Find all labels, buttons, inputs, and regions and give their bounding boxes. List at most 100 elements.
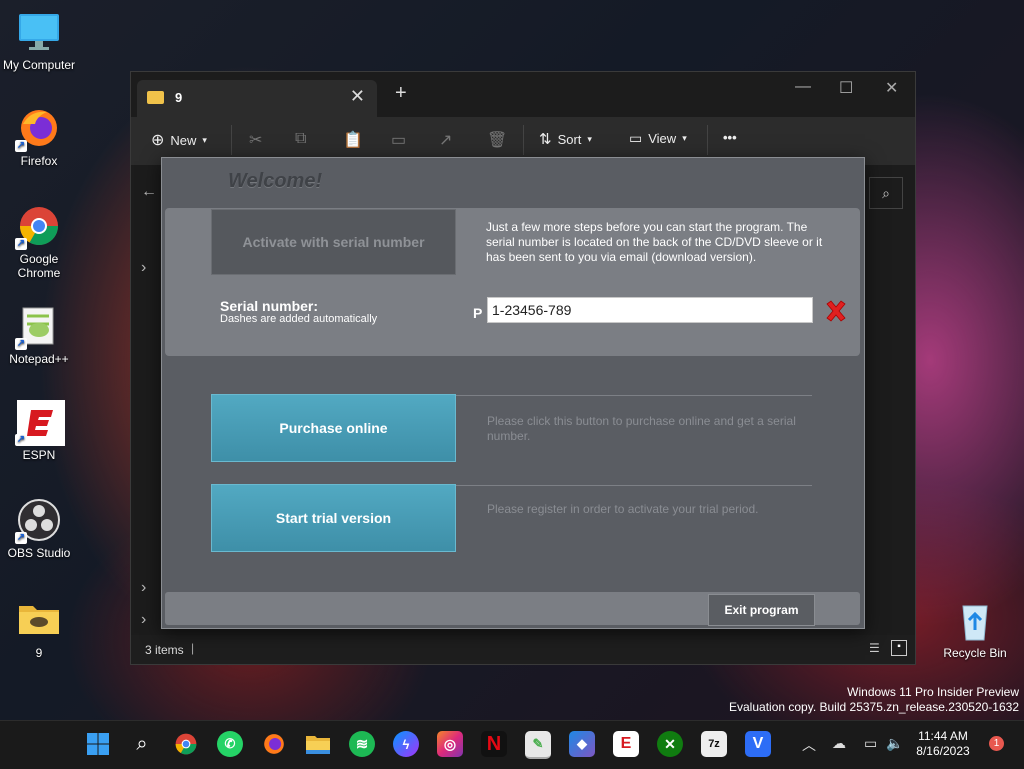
- purchase-online-button[interactable]: Purchase online: [211, 394, 456, 462]
- delete-icon[interactable]: 🗑: [487, 130, 507, 150]
- taskbar-7zip-icon[interactable]: 7z: [701, 731, 727, 757]
- desktop-icon-recycle-bin[interactable]: Recycle Bin: [938, 598, 1012, 660]
- notification-badge[interactable]: 1: [989, 736, 1004, 751]
- view-button[interactable]: ▭ View ▾: [629, 130, 687, 147]
- shortcut-arrow-icon: ↗: [15, 140, 27, 152]
- taskbar-app-icon[interactable]: ◆: [569, 731, 595, 757]
- divider-line: [456, 485, 812, 486]
- paste-icon[interactable]: 📋: [343, 130, 363, 150]
- taskbar-xbox-icon[interactable]: ✕: [657, 731, 683, 757]
- desktop-icon-label: Firefox: [20, 154, 58, 168]
- watermark-line-2: Evaluation copy. Build 25375.zn_release.…: [729, 700, 1019, 714]
- taskbar-instagram-icon[interactable]: ◎: [437, 731, 463, 757]
- cut-icon[interactable]: ✂: [249, 130, 262, 150]
- desktop-icon-label: OBS Studio: [7, 546, 71, 560]
- taskbar-notepadpp-icon[interactable]: ✎: [525, 731, 551, 759]
- share-icon[interactable]: ↗: [439, 130, 452, 150]
- taskbar-messenger-icon[interactable]: ϟ: [393, 731, 419, 757]
- view-label: View: [648, 131, 677, 146]
- sort-label: Sort: [557, 131, 582, 147]
- activate-info-text: Just a few more steps before you can sta…: [486, 220, 823, 264]
- desktop-icon-label: Recycle Bin: [943, 646, 1007, 660]
- desktop-icon-notepadpp[interactable]: ↗ Notepad++: [2, 304, 76, 366]
- desktop-icon-label: Notepad++: [9, 352, 69, 366]
- taskbar: ⌕ ✆ ≋ ϟ ◎ N ✎ ◆ E ✕ 7z V ︿ ☁ ▭ 🔈 11:44 A…: [0, 720, 1024, 769]
- copy-icon[interactable]: ⧉: [295, 130, 306, 148]
- dialog-title: Welcome!: [228, 170, 323, 192]
- serial-prefix: P: [473, 305, 483, 321]
- toolbar-divider: [707, 125, 708, 155]
- details-view-icon[interactable]: ☰: [869, 641, 880, 655]
- explorer-tab[interactable]: 9 ✕: [137, 80, 377, 117]
- desktop-icon-chrome[interactable]: ↗ Google Chrome: [2, 204, 76, 280]
- taskbar-netflix-icon[interactable]: N: [481, 731, 507, 757]
- desktop-icon-folder-9[interactable]: 9: [2, 598, 76, 660]
- start-windows-icon[interactable]: [85, 731, 111, 757]
- taskbar-whatsapp-icon[interactable]: ✆: [217, 731, 243, 757]
- clock-time: 11:44 AM: [918, 729, 968, 743]
- serial-number-label: Serial number:: [220, 298, 319, 314]
- shortcut-arrow-icon: ↗: [15, 532, 27, 544]
- volume-icon[interactable]: 🔈: [886, 735, 903, 752]
- desktop-icon-espn[interactable]: ↗ ESPN: [2, 400, 76, 462]
- chevron-right-icon[interactable]: ›: [141, 611, 146, 629]
- back-arrow-icon[interactable]: ←: [141, 183, 157, 201]
- chevron-right-icon[interactable]: ›: [141, 579, 146, 597]
- monitor-icon: [17, 10, 61, 54]
- desktop-icon-firefox[interactable]: ↗ Firefox: [2, 106, 76, 168]
- start-trial-button[interactable]: Start trial version: [211, 484, 456, 552]
- serial-number-hint: Dashes are added automatically: [220, 313, 378, 325]
- chevron-right-icon[interactable]: ›: [141, 259, 146, 277]
- obs-icon: ↗: [15, 498, 61, 544]
- trial-info-text: Please register in order to activate you…: [487, 502, 759, 516]
- toolbar-divider: [523, 125, 524, 155]
- minimize-icon[interactable]: —: [795, 78, 811, 96]
- search-icon[interactable]: ⌕: [129, 731, 155, 757]
- taskbar-spotify-icon[interactable]: ≋: [349, 731, 375, 757]
- taskbar-clock[interactable]: 11:44 AM 8/16/2023: [908, 729, 978, 759]
- taskbar-chrome-icon[interactable]: [173, 731, 199, 757]
- close-window-icon[interactable]: ✕: [885, 78, 898, 98]
- chevron-down-icon: ▾: [587, 133, 592, 144]
- sort-icon: ⇅: [539, 131, 552, 148]
- taskbar-espn-icon[interactable]: E: [613, 731, 639, 757]
- taskbar-file-explorer-icon[interactable]: [305, 731, 331, 757]
- clock-date: 8/16/2023: [916, 744, 970, 758]
- maximize-icon[interactable]: ☐: [839, 78, 853, 98]
- new-tab-plus-icon[interactable]: +: [395, 82, 407, 105]
- watermark-line-1: Windows 11 Pro Insider Preview: [847, 685, 1019, 699]
- taskbar-v-app-icon[interactable]: V: [745, 731, 771, 757]
- item-count: 3 items: [145, 643, 184, 657]
- desktop-icon-label: My Computer: [2, 58, 76, 72]
- chrome-icon: ↗: [15, 204, 61, 250]
- network-icon[interactable]: ▭: [864, 735, 877, 752]
- new-button[interactable]: ⊕ New ▾: [151, 130, 207, 150]
- welcome-dialog: Welcome! Activate with serial number Jus…: [161, 157, 865, 629]
- onedrive-cloud-icon[interactable]: ☁: [832, 735, 846, 752]
- taskbar-firefox-icon[interactable]: [261, 731, 287, 757]
- search-icon[interactable]: ⌕: [869, 177, 903, 209]
- desktop-icon-label: 9: [35, 646, 43, 660]
- desktop-icon-my-computer[interactable]: My Computer: [2, 10, 76, 72]
- plus-circle-icon: ⊕: [151, 132, 165, 149]
- chevron-down-icon: ▾: [682, 133, 687, 143]
- desktop-icon-label: ESPN: [22, 448, 56, 462]
- folder-icon: [147, 91, 164, 104]
- activate-serial-button[interactable]: Activate with serial number: [211, 209, 456, 275]
- more-options-icon[interactable]: •••: [723, 130, 737, 145]
- status-bar: 3 items | ☰ ▪: [131, 635, 915, 664]
- desktop-icon-obs[interactable]: ↗ OBS Studio: [2, 498, 76, 560]
- sort-button[interactable]: ⇅ Sort ▾: [539, 130, 592, 148]
- exit-program-button[interactable]: Exit program: [708, 594, 815, 626]
- toolbar-divider: [231, 125, 232, 155]
- tiles-view-icon[interactable]: ▪: [891, 640, 907, 656]
- serial-number-input[interactable]: [487, 297, 813, 323]
- rename-icon[interactable]: ▭: [391, 130, 406, 150]
- tray-chevron-up-icon[interactable]: ︿: [802, 735, 816, 755]
- tab-close-icon[interactable]: ✕: [350, 86, 365, 107]
- shortcut-arrow-icon: ↗: [15, 338, 27, 350]
- explorer-titlebar[interactable]: 9 ✕ + — ☐ ✕: [131, 72, 915, 117]
- clear-serial-icon[interactable]: [824, 299, 848, 323]
- purchase-info-text: Please click this button to purchase onl…: [487, 414, 796, 443]
- shortcut-arrow-icon: ↗: [15, 238, 27, 250]
